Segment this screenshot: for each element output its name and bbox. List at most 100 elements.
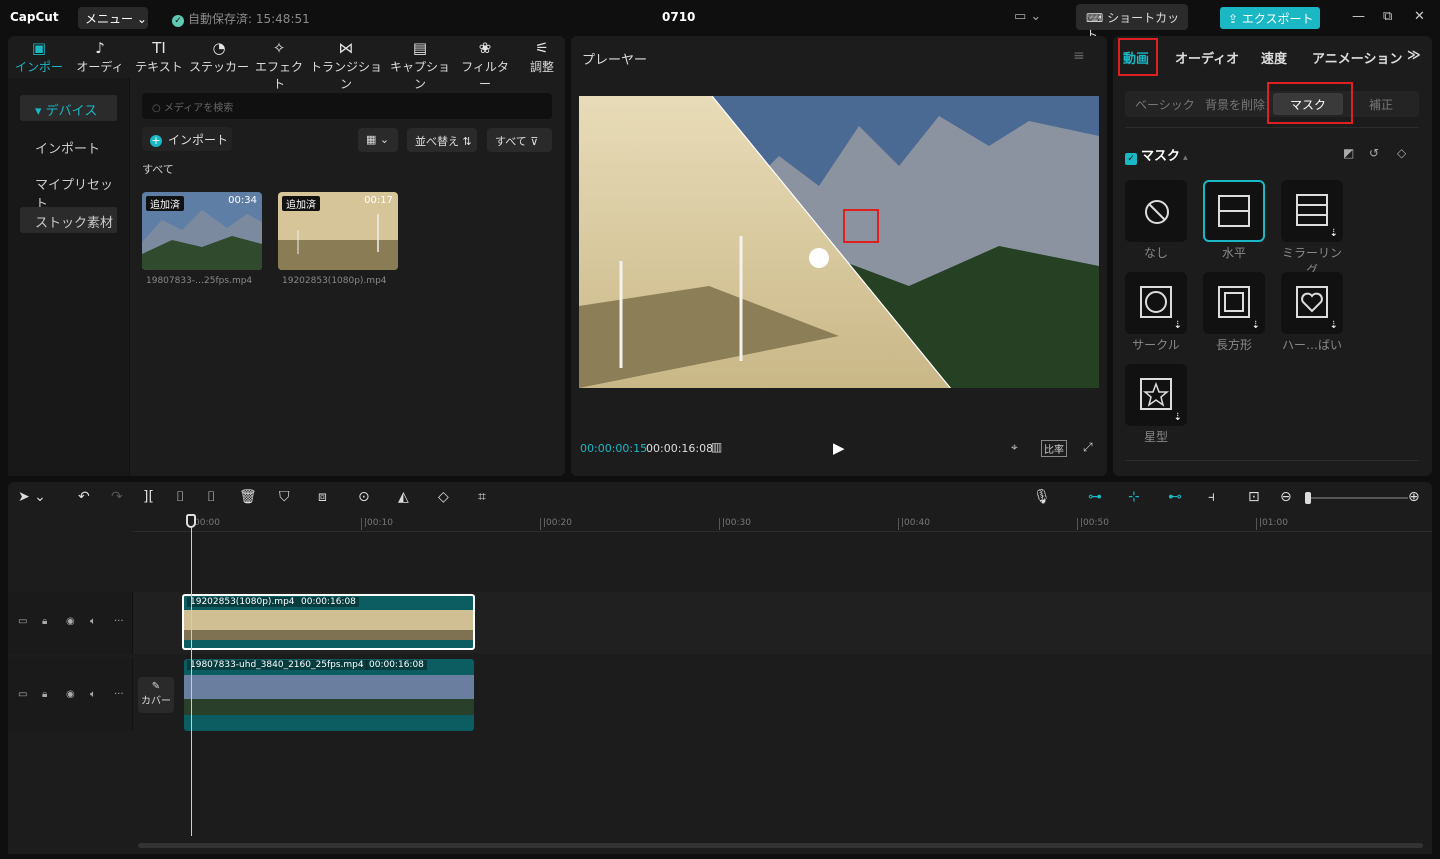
tab-sticker[interactable]: ◔ ステッカー (189, 40, 249, 75)
lock-icon[interactable]: 🔒︎ (42, 689, 47, 700)
mask-circle[interactable]: ⇣ (1125, 272, 1187, 334)
expand-icon[interactable]: ⤢ (1083, 440, 1093, 455)
reverse-icon[interactable]: ⊙ (358, 489, 370, 505)
horizontal-scrollbar[interactable] (138, 843, 1423, 848)
ratio-button[interactable]: 比率 (1041, 440, 1067, 457)
crop-icon[interactable]: ⌗ (478, 489, 486, 505)
zoom-in-icon[interactable]: ⊕ (1408, 489, 1420, 505)
mask-label: サークル (1132, 338, 1180, 352)
mask-star[interactable]: ⇣ (1125, 364, 1187, 426)
mask-none[interactable] (1125, 180, 1187, 242)
mask-horizontal[interactable] (1203, 180, 1265, 242)
redo-icon[interactable]: ↷ (111, 489, 123, 505)
more-options-icon[interactable]: ··· (114, 616, 124, 627)
playhead[interactable] (191, 514, 192, 836)
layout-icon[interactable]: ▭ ⌄ (1014, 9, 1041, 24)
tab-audio[interactable]: オーディオ (1175, 48, 1239, 67)
sidebar-item-stock[interactable]: ストック素材 (20, 207, 117, 233)
rotate-handle-highlight[interactable] (843, 209, 879, 243)
zoom-slider-handle[interactable] (1305, 492, 1311, 504)
tab-animation[interactable]: アニメーション (1312, 48, 1402, 67)
subtab-remove-bg[interactable]: 背景を削除 (1205, 96, 1265, 113)
tab-speed[interactable]: 速度 (1261, 48, 1287, 67)
shortcut-button[interactable]: ⌨ ショートカット (1076, 4, 1188, 42)
mask-heart[interactable]: ⇣ (1281, 272, 1343, 334)
mask-label: ハー…ばい (1281, 338, 1342, 352)
media-thumb-windmill[interactable]: 追加済 00:17 (278, 192, 398, 270)
tab-adjust[interactable]: ⚟ 調整 (526, 40, 558, 75)
tab-transition[interactable]: ⋈ トランジション (309, 40, 383, 92)
view-toggle-button[interactable]: ▦ ⌄ (358, 128, 398, 152)
split-view-icon[interactable]: ⫞ (1208, 489, 1215, 505)
tab-effect[interactable]: ✧ エフェクト (251, 40, 307, 92)
eye-icon[interactable]: ◉ (66, 689, 75, 700)
tab-filter[interactable]: ❀ フィルター (457, 40, 513, 92)
marker-icon[interactable]: ⛉ (279, 489, 290, 505)
reset-icon[interactable]: ↺ (1369, 146, 1379, 160)
mask-mirror[interactable]: ⇣ (1281, 180, 1343, 242)
mirror-tool-icon[interactable]: ◭ (398, 489, 409, 505)
trim-right-icon[interactable]: ⌷ (207, 489, 215, 505)
snap-icon[interactable]: ⊹ (1128, 489, 1140, 505)
more-icon[interactable]: ≫ (1407, 48, 1421, 63)
mask-header[interactable]: ✓ マスク ▴ (1125, 145, 1188, 165)
play-icon[interactable]: ▶ (833, 439, 845, 457)
keyframe-icon[interactable]: ◇ (1397, 146, 1406, 160)
tab-caption[interactable]: ▤ キャプション (387, 40, 453, 92)
split-icon[interactable]: ][ (143, 489, 154, 505)
select-tool-icon[interactable]: ➤ ⌄ (18, 489, 46, 505)
track-video-icon[interactable]: ▭ (18, 689, 27, 700)
sidebar-item-device[interactable]: ▾ デバイス (20, 95, 117, 121)
mask-subtab-highlight (1267, 82, 1353, 124)
time-ruler[interactable]: 00:00 |00:10 |00:20 |00:30 |00:40 |00:50… (133, 514, 1432, 532)
clip-duration: 00:00:16:08 (366, 660, 427, 670)
import-button[interactable]: + インポート (142, 127, 232, 151)
hamburger-icon[interactable]: ≡ (1073, 48, 1085, 64)
cover-button[interactable]: ✎ カバー (138, 677, 174, 713)
close-icon[interactable]: ✕ (1414, 9, 1425, 24)
media-search-input[interactable]: ○ メディアを検索 (142, 93, 552, 119)
link-clips-icon[interactable]: ⊶ (1088, 489, 1102, 505)
clip-windmill[interactable]: 19202853(1080p).mp4 00:00:16:08 (182, 594, 475, 650)
microphone-icon[interactable]: 🎙 (1033, 489, 1051, 505)
undo-icon[interactable]: ↶ (78, 489, 90, 505)
mask-rectangle[interactable]: ⇣ (1203, 272, 1265, 334)
timeline-grid-icon[interactable]: ▥ (711, 440, 722, 454)
zoom-slider[interactable] (1308, 497, 1408, 499)
invert-icon[interactable]: ◩ (1343, 146, 1354, 160)
tab-text[interactable]: TI テキスト (135, 40, 183, 75)
subtab-adjust[interactable]: 補正 (1369, 96, 1393, 113)
timeline-preview-icon[interactable]: ⊡ (1248, 489, 1260, 505)
subtab-basic[interactable]: ベーシック (1135, 96, 1195, 113)
more-options-icon[interactable]: ··· (114, 689, 124, 700)
clip-mountain[interactable]: 19807833-uhd_3840_2160_25fps.mp4 00:00:1… (184, 659, 474, 731)
zoom-out-icon[interactable]: ⊖ (1280, 489, 1292, 505)
minimize-icon[interactable]: — (1352, 9, 1365, 24)
media-panel: ▣インポート ♪オーディオ TIテキスト ◔ステッカー ✧エフェクト ⋈トランジ… (8, 36, 565, 476)
lock-icon[interactable]: 🔒︎ (42, 616, 47, 627)
media-thumb-mountain[interactable]: 追加済 00:34 (142, 192, 262, 270)
volume-icon[interactable]: 🔈︎ (90, 616, 96, 627)
freeze-icon[interactable]: ⧈ (318, 489, 327, 505)
fullscreen-target-icon[interactable]: ⌖ (1011, 440, 1018, 455)
delete-icon[interactable]: 🗑 (239, 489, 257, 505)
adjust-icon: ⚟ (535, 39, 549, 57)
all-label: すべて (142, 163, 174, 176)
rotate-tool-icon[interactable]: ◇ (438, 489, 449, 505)
sidebar-item-import[interactable]: インポート (20, 133, 117, 159)
menu-button[interactable]: メニュー ⌄ (78, 7, 148, 29)
maximize-icon[interactable]: ⧉ (1383, 9, 1392, 24)
timeline-area: 00:00 |00:10 |00:20 |00:30 |00:40 |00:50… (8, 514, 1432, 854)
preview-canvas[interactable] (579, 96, 1099, 388)
preview-axis-icon[interactable]: ⊷ (1168, 489, 1182, 505)
filter-button[interactable]: すべて ⊽ (487, 128, 552, 152)
project-name[interactable]: 0710 (662, 10, 695, 24)
trim-left-icon[interactable]: ⌷ (176, 489, 184, 505)
export-button[interactable]: ⇪ エクスポート (1220, 7, 1320, 29)
track-video-icon[interactable]: ▭ (18, 616, 27, 627)
eye-icon[interactable]: ◉ (66, 616, 75, 627)
playhead-handle[interactable] (186, 514, 196, 528)
sort-button[interactable]: 並べ替え ⇅ (407, 128, 477, 152)
volume-icon[interactable]: 🔈︎ (90, 689, 96, 700)
sidebar-item-presets[interactable]: マイプリセット (20, 169, 117, 212)
